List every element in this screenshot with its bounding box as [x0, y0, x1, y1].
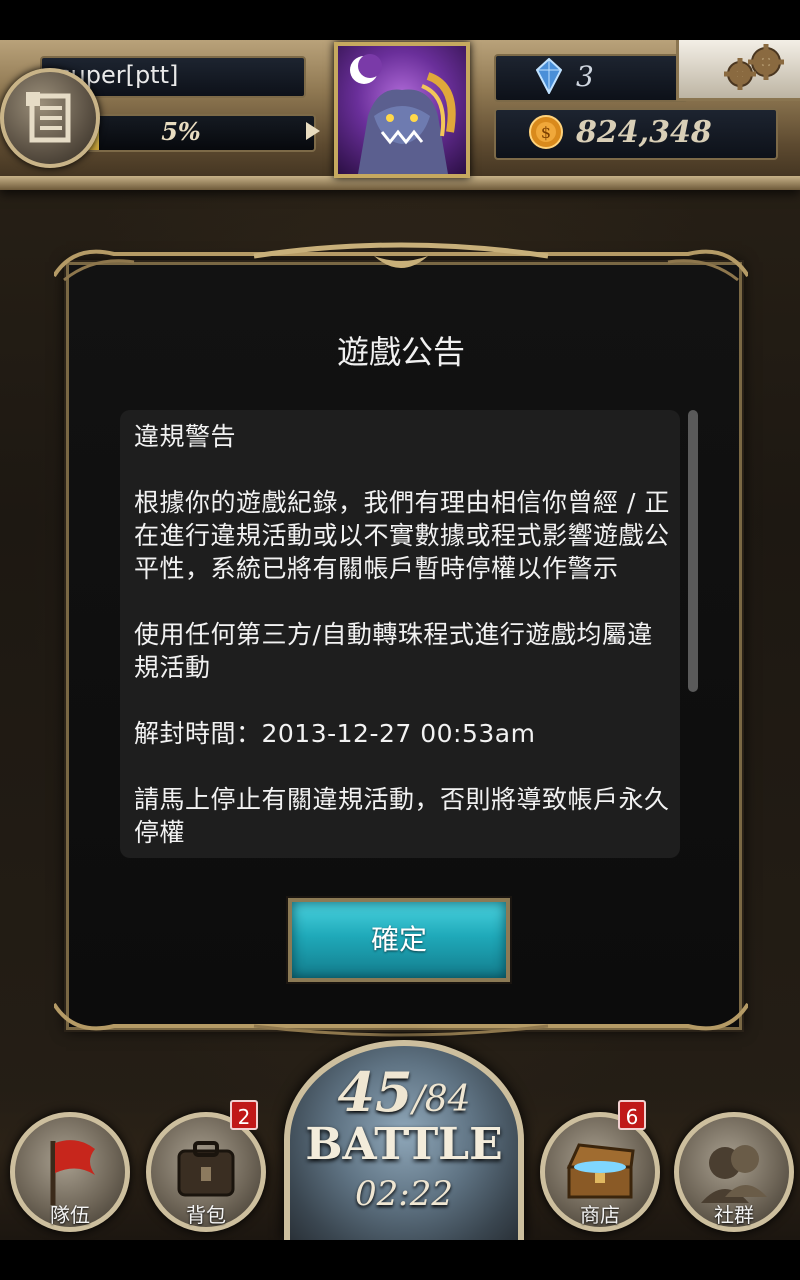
status-bar	[0, 0, 800, 40]
nav-shop-label: 商店	[580, 1203, 620, 1227]
gem-count: 3	[576, 60, 594, 93]
notice-paragraph: 使用任何第三方/自動轉珠程式進行遊戲均屬違規活動	[134, 620, 653, 682]
bag-badge: 2	[230, 1100, 258, 1130]
notice-heading: 違規警告	[134, 422, 237, 451]
nav-bag-label: 背包	[186, 1203, 226, 1227]
gold-count: 824,348	[576, 115, 712, 150]
stamina-separator: /	[412, 1079, 425, 1120]
menu-button[interactable]	[0, 68, 100, 168]
gear-icon	[718, 44, 790, 98]
exp-percent: 5%	[161, 117, 201, 146]
unban-time: 解封時間：2013-12-27 00:53am	[134, 719, 536, 748]
shop-badge: 6	[618, 1100, 646, 1130]
menu-book-icon	[26, 92, 71, 143]
notice-paragraph: 根據你的遊戲紀錄，我們有理由相信你曾經 / 正在進行違規活動或以不實數據或程式影…	[134, 488, 670, 583]
dialog-title: 遊戲公告	[336, 333, 465, 371]
monster-portrait-image	[350, 54, 456, 174]
system-nav-bar	[0, 1240, 800, 1280]
notice-scroll-area[interactable]: 違規警告 根據你的遊戲紀錄，我們有理由相信你曾經 / 正在進行違規活動或以不實數…	[120, 410, 680, 858]
battle-label: BATTLE	[305, 1119, 503, 1170]
svg-text:$: $	[541, 123, 551, 142]
dialog-ornament-bottom	[54, 1002, 748, 1037]
coin-icon: $	[528, 114, 564, 154]
exp-arrow-icon	[306, 122, 320, 140]
nav-team-label: 隊伍	[50, 1203, 90, 1227]
notice-scrollbar[interactable]	[688, 410, 698, 692]
confirm-button-label: 確定	[370, 923, 427, 956]
stamina-display: 45/84	[284, 1060, 524, 1124]
leader-portrait[interactable]	[334, 42, 470, 178]
dialog-ornament-top	[54, 242, 748, 282]
confirm-button[interactable]: 確定	[288, 898, 510, 982]
hud-edge	[0, 176, 800, 190]
diamond-icon	[535, 57, 563, 98]
stamina-max: 84	[424, 1079, 471, 1120]
nav-social-label: 社群	[714, 1203, 754, 1227]
stamina-timer: 02:22	[355, 1174, 453, 1214]
stamina-current: 45	[337, 1060, 413, 1124]
notice-paragraph: 請馬上停止有關違規活動，否則將導致帳戶永久停權	[134, 785, 670, 847]
notice-content: 違規警告 根據你的遊戲紀錄，我們有理由相信你曾經 / 正在進行違規活動或以不實數…	[134, 420, 674, 858]
